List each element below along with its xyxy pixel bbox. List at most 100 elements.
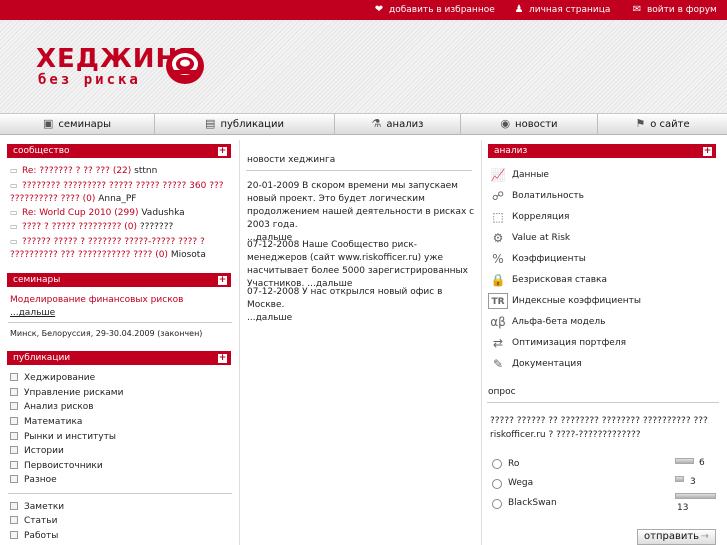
analysis-item[interactable]: ☍ Волатильность [488, 187, 584, 205]
analysis-item[interactable]: TR Индексные коэффициенты [488, 292, 641, 310]
publication-label: Математика [24, 417, 83, 427]
forum-login-link[interactable]: ✉ войти в форум [631, 0, 717, 20]
bullet-icon [10, 516, 18, 524]
poll-submit-label: отправить [644, 531, 700, 542]
seminar-info: Минск, Белоруссия, 29-30.04.2009 (законч… [10, 329, 203, 338]
globe-icon: ◉ [500, 117, 511, 130]
expand-icon[interactable]: + [218, 147, 227, 156]
publication-label: Первоисточники [24, 461, 103, 471]
publication-link[interactable]: Анализ рисков [10, 401, 94, 414]
analysis-item[interactable]: 🔒 Безрисковая ставка [488, 271, 608, 289]
post-author[interactable]: Vadushka [141, 208, 184, 218]
analysis-item[interactable]: ⇄ Оптимизация портфеля [488, 334, 626, 352]
analysis-item-label: Волатильность [512, 191, 584, 201]
poll-option-label: BlackSwan [508, 498, 557, 508]
news-item: 07-12-2008 Наше Сообщество риск-менеджер… [247, 239, 475, 291]
publication-link[interactable]: Управление рисками [10, 387, 123, 400]
divider [8, 322, 232, 323]
publication-link[interactable]: Истории [10, 445, 64, 458]
post-author[interactable]: sttnn [134, 166, 157, 176]
news-text: 07-12-2008 Наше Сообщество риск-менеджер… [247, 240, 468, 289]
chemistry-icon: ⚗ [371, 117, 382, 130]
post-icon: ▭ [10, 166, 18, 175]
post-author[interactable]: Anna_PF [98, 194, 136, 204]
poll-count: 13 [677, 503, 689, 513]
alpha-beta-icon: αβ [490, 314, 506, 329]
analysis-item[interactable]: ⬚ Корреляция [488, 208, 569, 226]
expand-icon[interactable]: + [218, 354, 227, 363]
index-icon: TR [488, 292, 508, 309]
publication-link[interactable]: Разное [10, 474, 57, 487]
post-title-link[interactable]: ???? ? ????? ????????? (0) [22, 222, 137, 232]
publication-link[interactable]: Статьи [10, 515, 57, 528]
seminar-more-link[interactable]: ...дальше [10, 307, 55, 320]
expand-icon[interactable]: + [218, 276, 227, 285]
personal-page-link[interactable]: ♟ личная страница [513, 0, 611, 20]
nav-about[interactable]: ⚑ о сайте [598, 114, 727, 135]
post-icon: ▭ [10, 222, 18, 231]
publications-title: публикации [13, 353, 71, 363]
bullet-icon [10, 461, 18, 469]
poll-radio[interactable] [492, 479, 502, 489]
analysis-item-label: Коэффициенты [512, 254, 586, 264]
nav-publications[interactable]: ▤ публикации [155, 114, 335, 135]
analysis-item[interactable]: ✎ Документация [488, 355, 582, 373]
news-text: 20-01-2009 В скором времени мы запускаем… [247, 181, 475, 230]
publication-label: Анализ рисков [24, 402, 94, 412]
post-author[interactable]: Miosota [171, 250, 206, 260]
forum-login-label: войти в форум [647, 5, 717, 15]
analysis-item[interactable]: % Коэффициенты [488, 250, 586, 268]
analysis-item[interactable]: αβ Альфа-бета модель [488, 313, 605, 331]
nav-news[interactable]: ◉ новости [461, 114, 598, 135]
chart-icon: 📈 [490, 167, 506, 182]
post-title-link[interactable]: Re: World Cup 2010 (299) [22, 208, 138, 218]
lock-icon: 🔒 [490, 272, 506, 287]
community-header: сообщество + [7, 144, 231, 158]
publication-link[interactable]: Заметки [10, 501, 64, 514]
bullet-icon [10, 475, 18, 483]
bullet-icon [10, 373, 18, 381]
poll-radio[interactable] [492, 459, 502, 469]
expand-icon[interactable]: + [703, 147, 712, 156]
bullet-icon [10, 446, 18, 454]
post-title-link[interactable]: Re: ??????? ? ?? ??? (22) [22, 166, 131, 176]
column-divider [239, 140, 240, 545]
publication-link[interactable]: Хеджирование [10, 372, 95, 385]
nav-seminars-label: семинары [58, 119, 111, 130]
publication-link[interactable]: Рынки и институты [10, 431, 116, 444]
news-item: 07-12-2008 У нас открылся новый офис в М… [247, 286, 475, 325]
publication-link[interactable]: Работы [10, 530, 58, 543]
publication-link[interactable]: Математика [10, 416, 82, 429]
add-favorites-label: добавить в избранное [389, 5, 495, 15]
publication-label: Заметки [24, 502, 65, 512]
poll-count: 3 [690, 477, 696, 487]
bullet-icon [10, 432, 18, 440]
poll-question: ????? ?????? ?? ???????? ???????? ??????… [490, 416, 708, 440]
nav-analysis[interactable]: ⚗ анализ [335, 114, 461, 135]
volatility-icon: ☍ [491, 188, 505, 203]
chat-icon: ✉ [632, 4, 642, 15]
news-more-link[interactable]: ...дальше [247, 313, 292, 323]
analysis-item[interactable]: ⚙ Value at Risk [488, 229, 571, 247]
analysis-item-label: Оптимизация портфеля [512, 338, 626, 348]
poll-count: 6 [699, 458, 705, 468]
community-post: ▭ Re: World Cup 2010 (299) Vadushka [10, 206, 185, 220]
nav-analysis-label: анализ [386, 119, 424, 130]
publications-header: публикации + [7, 351, 231, 365]
poll-option-label: Ro [508, 459, 520, 469]
add-favorites-link[interactable]: ❤ добавить в избранное [373, 0, 495, 20]
nav-seminars[interactable]: ▣ семинары [0, 114, 155, 135]
news-text: 07-12-2008 У нас открылся новый офис в М… [247, 287, 443, 310]
nav-news-label: новости [515, 119, 558, 130]
seminar-title-link[interactable]: Моделирование финансовых рисков [10, 294, 183, 307]
news-title: новости хеджинга [247, 155, 336, 165]
post-icon: ▭ [10, 181, 18, 190]
poll-submit-button[interactable]: отправить → [637, 529, 716, 545]
poll-radio[interactable] [492, 499, 502, 509]
analysis-item[interactable]: 📈 Данные [488, 166, 549, 184]
publication-link[interactable]: Первоисточники [10, 460, 103, 473]
post-author[interactable]: ??????? [140, 222, 173, 232]
community-title: сообщество [13, 146, 70, 156]
bullet-icon [10, 502, 18, 510]
community-post: ▭???????? ????????? ????? ????? ????? 36… [10, 179, 234, 206]
